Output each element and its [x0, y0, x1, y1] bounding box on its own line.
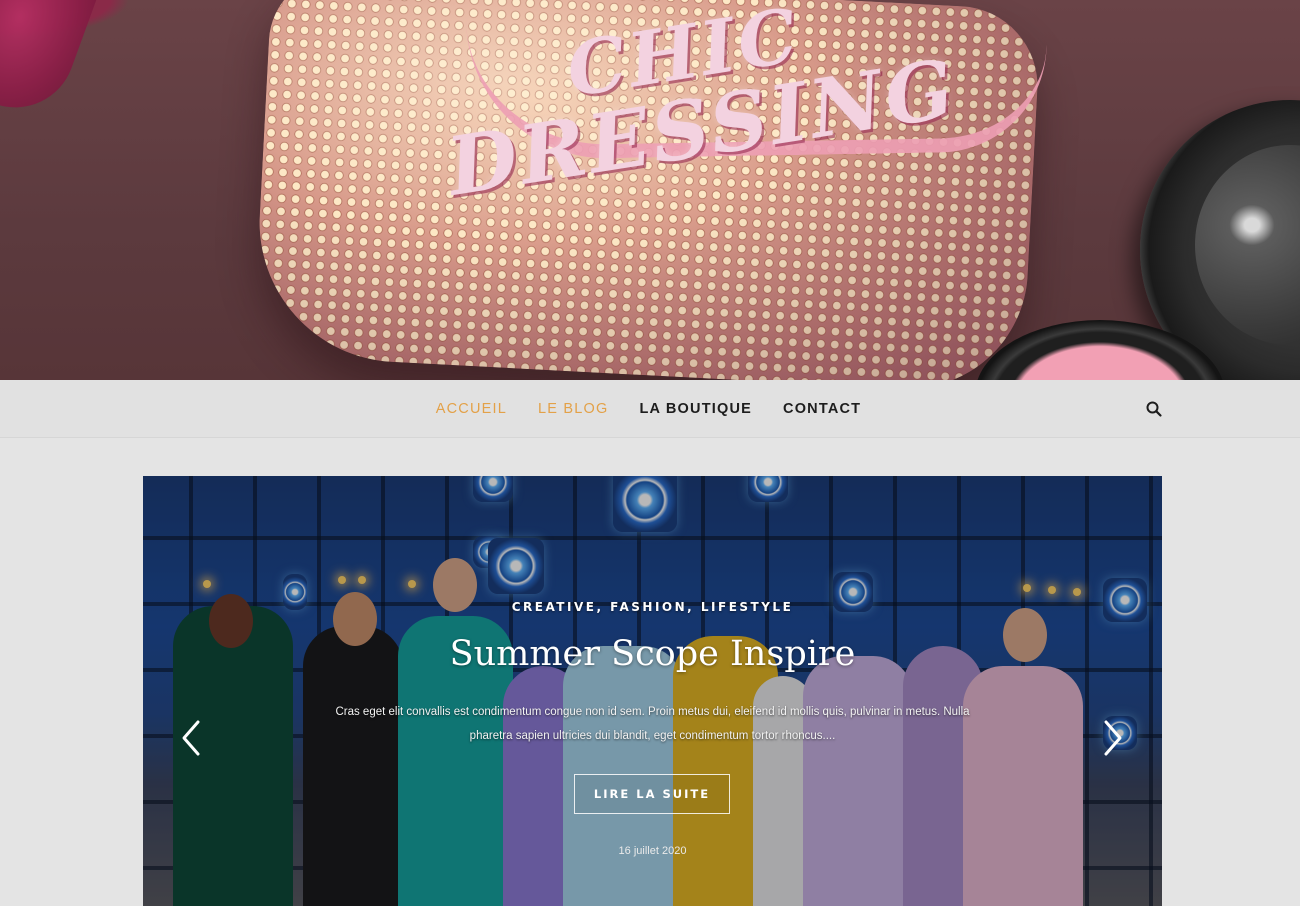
- search-icon: [1146, 401, 1162, 417]
- featured-slider: CREATIVE, FASHION, LIFESTYLE Summer Scop…: [143, 476, 1162, 906]
- slider-prev-button[interactable]: [176, 716, 206, 760]
- nav-menu: ACCUEIL LE BLOG LA BOUTIQUE CONTACT: [0, 380, 1300, 438]
- nav-item-contact[interactable]: CONTACT: [783, 401, 861, 417]
- post-excerpt: Cras eget elit convallis est condimentum…: [335, 706, 970, 742]
- nav-item-la-boutique[interactable]: LA BOUTIQUE: [639, 401, 752, 417]
- nav-item-accueil[interactable]: ACCUEIL: [436, 401, 507, 417]
- search-button[interactable]: [1145, 400, 1163, 418]
- nav-item-le-blog[interactable]: LE BLOG: [538, 401, 608, 417]
- slider-next-button[interactable]: [1098, 716, 1128, 760]
- post-date: 16 juillet 2020: [618, 845, 687, 857]
- header-banner: CHIC DRESSING: [0, 0, 1300, 380]
- slide-overlay: [143, 476, 1162, 906]
- post-title[interactable]: Summer Scope Inspire: [143, 634, 1162, 674]
- read-more-button[interactable]: LIRE LA SUITE: [574, 774, 730, 814]
- main-navigation: ACCUEIL LE BLOG LA BOUTIQUE CONTACT: [0, 380, 1300, 438]
- chevron-left-icon: [182, 720, 200, 756]
- post-categories[interactable]: CREATIVE, FASHION, LIFESTYLE: [143, 600, 1162, 614]
- chevron-right-icon: [1104, 720, 1122, 756]
